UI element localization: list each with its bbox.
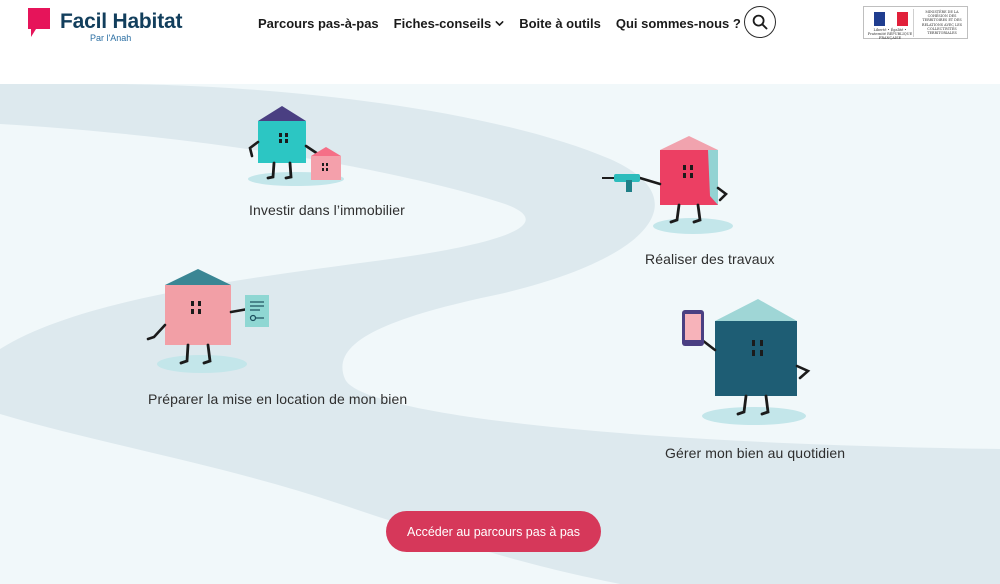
- parcours-hero: Investir dans l’immobilier Réaliser des …: [0, 84, 1000, 584]
- nav-fiches-conseils[interactable]: Fiches-conseils: [394, 16, 505, 31]
- preparer-location-illustration: [146, 269, 269, 373]
- step-location-label[interactable]: Préparer la mise en location de mon bien: [148, 391, 407, 407]
- nav-qui-sommes-nous[interactable]: Qui sommes-nous ?: [616, 16, 741, 31]
- nav-fiches-label: Fiches-conseils: [393, 15, 492, 31]
- logo-speech-bubble-icon: [28, 8, 50, 37]
- search-button[interactable]: [744, 6, 776, 38]
- ministry-name: Ministère de la cohésion des territoires…: [921, 10, 963, 36]
- brand-name: Facil Habitat: [60, 10, 183, 33]
- facil-habitat-logo[interactable]: Facil Habitat Par l'Anah: [28, 6, 182, 46]
- step-investir-label[interactable]: Investir dans l’immobilier: [249, 202, 405, 218]
- site-header: Facil Habitat Par l'Anah Parcours pas-à-…: [0, 0, 1000, 84]
- acceder-parcours-button[interactable]: Accéder au parcours pas à pas: [386, 511, 601, 552]
- nav-parcours-label: Parcours pas-à-pas: [258, 15, 379, 31]
- investir-illustration: [248, 106, 344, 186]
- republique-francaise-text: Liberté • Égalité • Fraternité RÉPUBLIQU…: [867, 28, 913, 40]
- nav-boite-a-outils[interactable]: Boite à outils: [519, 16, 601, 31]
- main-navigation: Parcours pas-à-pas Fiches-conseils Boite…: [258, 14, 741, 32]
- nav-boite-label: Boite à outils: [519, 15, 601, 31]
- step-travaux-label[interactable]: Réaliser des travaux: [645, 251, 775, 267]
- search-icon: [752, 14, 768, 30]
- drill-icon: [602, 174, 640, 192]
- nav-qui-label: Qui sommes-nous ?: [615, 15, 741, 31]
- chevron-down-icon: [495, 20, 504, 26]
- french-flag-icon: [874, 12, 908, 26]
- realiser-travaux-illustration: [602, 136, 733, 234]
- nav-parcours[interactable]: Parcours pas-à-pas: [258, 16, 379, 31]
- ministry-logo[interactable]: Liberté • Égalité • Fraternité RÉPUBLIQU…: [863, 6, 968, 40]
- step-gerer-label[interactable]: Gérer mon bien au quotidien: [665, 445, 845, 461]
- gerer-bien-illustration: [682, 299, 811, 425]
- key-document-icon: [245, 295, 269, 327]
- brand-subtitle: Par l'Anah: [90, 33, 132, 43]
- smartphone-icon: [682, 310, 704, 346]
